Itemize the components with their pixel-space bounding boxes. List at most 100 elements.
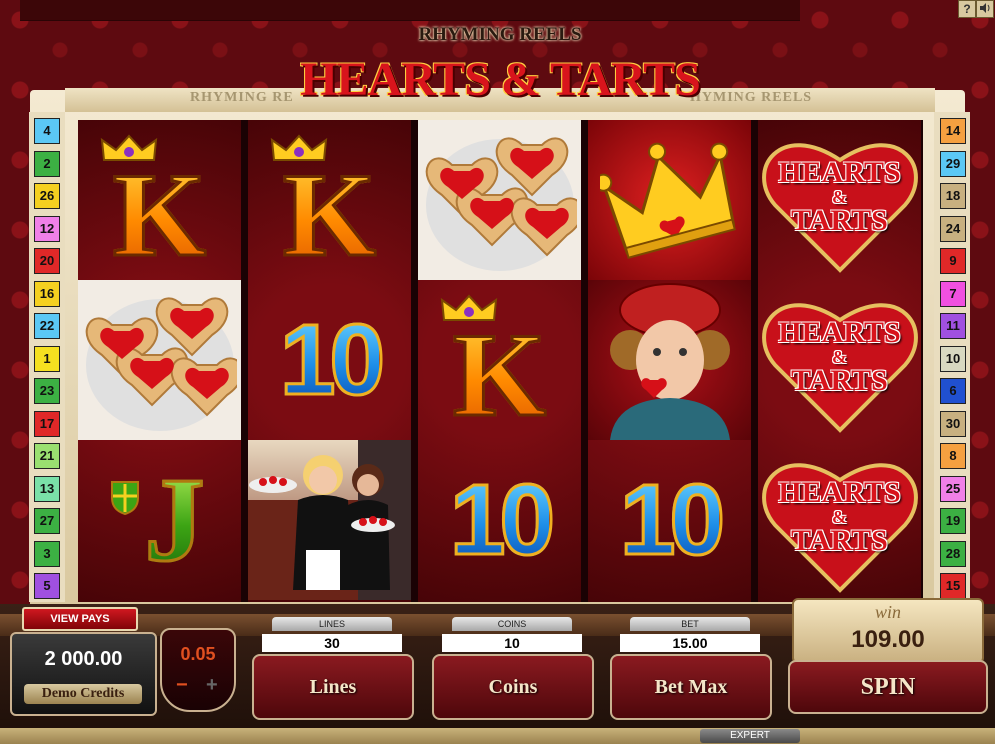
win-value: 109.00: [851, 626, 925, 653]
symbol-ten: 10: [618, 464, 726, 576]
bet-value: 15.00: [620, 634, 760, 652]
payline-indicator[interactable]: 8: [940, 443, 966, 469]
payline-indicator[interactable]: 3: [34, 540, 60, 567]
win-label: win: [874, 602, 901, 622]
logo-text: HEARTS & TARTS: [758, 318, 921, 396]
payline-indicator[interactable]: 13: [34, 475, 60, 502]
payline-indicator[interactable]: 29: [940, 150, 966, 177]
waitresses-icon: [248, 440, 411, 600]
payline-indicator[interactable]: 27: [34, 508, 60, 534]
top-bar: [20, 0, 800, 21]
reel-area[interactable]: K J K 10 K 10 10 HEARTS & TARTS HEARTS &…: [78, 120, 923, 602]
game-title: HEARTS & TARTS: [300, 53, 701, 106]
logo-line1: HEARTS: [778, 316, 901, 349]
crown-icon: [440, 294, 498, 321]
symbol-crown: [588, 120, 751, 280]
payline-indicator[interactable]: 17: [34, 410, 60, 437]
symbol-logo: HEARTS & TARTS: [758, 280, 921, 440]
help-button[interactable]: ?: [958, 0, 976, 18]
symbol-logo: HEARTS & TARTS: [758, 120, 921, 280]
bottom-strip: [0, 728, 995, 744]
spin-button[interactable]: SPIN: [788, 660, 988, 714]
coins-value: 10: [442, 634, 582, 652]
view-pays-button[interactable]: VIEW PAYS: [22, 607, 138, 631]
reel-2: K 10: [248, 120, 411, 602]
symbol-letter: J: [143, 453, 206, 586]
symbol-k: K: [78, 120, 241, 280]
logo-line2: TARTS: [791, 364, 888, 397]
payline-indicator[interactable]: 20: [34, 248, 60, 274]
lines-value: 30: [262, 634, 402, 652]
logo-text: HEARTS & TARTS: [758, 158, 921, 236]
symbol-10: 10: [588, 440, 751, 600]
reel-1: K J: [78, 120, 241, 602]
payline-indicator[interactable]: 14: [940, 118, 966, 144]
payline-indicator[interactable]: 5: [34, 573, 60, 599]
payline-indicator[interactable]: 12: [34, 215, 60, 242]
symbol-tarts: [418, 120, 581, 280]
credits-label: Demo Credits: [24, 684, 142, 704]
coin-plus-button[interactable]: +: [206, 674, 218, 697]
lines-button[interactable]: Lines: [252, 654, 414, 720]
symbol-k: K: [418, 280, 581, 440]
coins-label: COINS: [452, 617, 572, 631]
payline-indicator[interactable]: 23: [34, 378, 60, 404]
payline-indicator[interactable]: 15: [940, 573, 966, 599]
payline-indicator[interactable]: 30: [940, 410, 966, 437]
symbol-j: J: [78, 440, 241, 600]
game-subtitle: RHYMING REELS: [418, 24, 582, 45]
payline-indicator[interactable]: 24: [940, 215, 966, 242]
payline-indicator[interactable]: 22: [34, 313, 60, 339]
payline-indicator[interactable]: 11: [940, 313, 966, 339]
symbol-k: K: [248, 120, 411, 280]
coin-value: 0.05: [180, 644, 216, 664]
speaker-icon[interactable]: [976, 0, 994, 18]
coin-minus-button[interactable]: −: [176, 674, 188, 697]
payline-indicator[interactable]: 9: [940, 248, 966, 274]
payline-indicator[interactable]: 25: [940, 475, 966, 502]
heart-tarts-icon: [85, 297, 237, 431]
symbol-10: 10: [248, 280, 411, 440]
symbol-letter: K: [281, 148, 377, 280]
logo-text: HEARTS & TARTS: [758, 478, 921, 556]
reel-4: 10: [588, 120, 751, 602]
crown-icon: [270, 134, 328, 161]
payline-indicator[interactable]: 4: [34, 118, 60, 144]
symbol-letter: K: [451, 308, 547, 440]
reel-5: HEARTS & TARTS HEARTS & TARTS HEARTS & T…: [758, 120, 921, 602]
shield-icon: [111, 481, 139, 516]
symbol-logo: HEARTS & TARTS: [758, 440, 921, 600]
payline-indicator[interactable]: 1: [34, 345, 60, 372]
payline-indicator[interactable]: 21: [34, 443, 60, 469]
bet-max-button[interactable]: Bet Max: [610, 654, 772, 720]
coins-button[interactable]: Coins: [432, 654, 594, 720]
logo-line1: HEARTS: [778, 156, 901, 189]
payline-indicator[interactable]: 28: [940, 540, 966, 567]
payline-indicator[interactable]: 7: [940, 280, 966, 307]
symbol-tarts: [78, 280, 241, 440]
crown-icon: [599, 142, 736, 259]
payline-indicator[interactable]: 19: [940, 508, 966, 534]
coin-value-shield: 0.05 − +: [160, 628, 236, 712]
bet-label: BET: [630, 617, 750, 631]
expert-toggle[interactable]: EXPERT: [700, 729, 800, 743]
credits-panel: 2 000.00 Demo Credits: [10, 632, 157, 716]
symbol-letter: K: [111, 148, 207, 280]
credits-value: 2 000.00: [44, 648, 123, 670]
speaker-icon-svg: [980, 3, 990, 13]
crown-icon: [100, 134, 158, 161]
lines-label: LINES: [272, 617, 392, 631]
payline-indicator[interactable]: 10: [940, 345, 966, 372]
logo-line1: HEARTS: [778, 476, 901, 509]
payline-indicator[interactable]: 26: [34, 183, 60, 209]
payline-indicator[interactable]: 6: [940, 378, 966, 404]
payline-indicator[interactable]: 18: [940, 183, 966, 209]
knave-icon: [609, 283, 730, 440]
heart-tarts-icon: [425, 137, 577, 271]
logo-line2: TARTS: [791, 524, 888, 557]
symbol-ten: 10: [278, 304, 386, 416]
payline-indicator[interactable]: 16: [34, 280, 60, 307]
payline-indicator[interactable]: 2: [34, 150, 60, 177]
symbol-10: 10: [418, 440, 581, 600]
logo-line2: TARTS: [791, 204, 888, 237]
